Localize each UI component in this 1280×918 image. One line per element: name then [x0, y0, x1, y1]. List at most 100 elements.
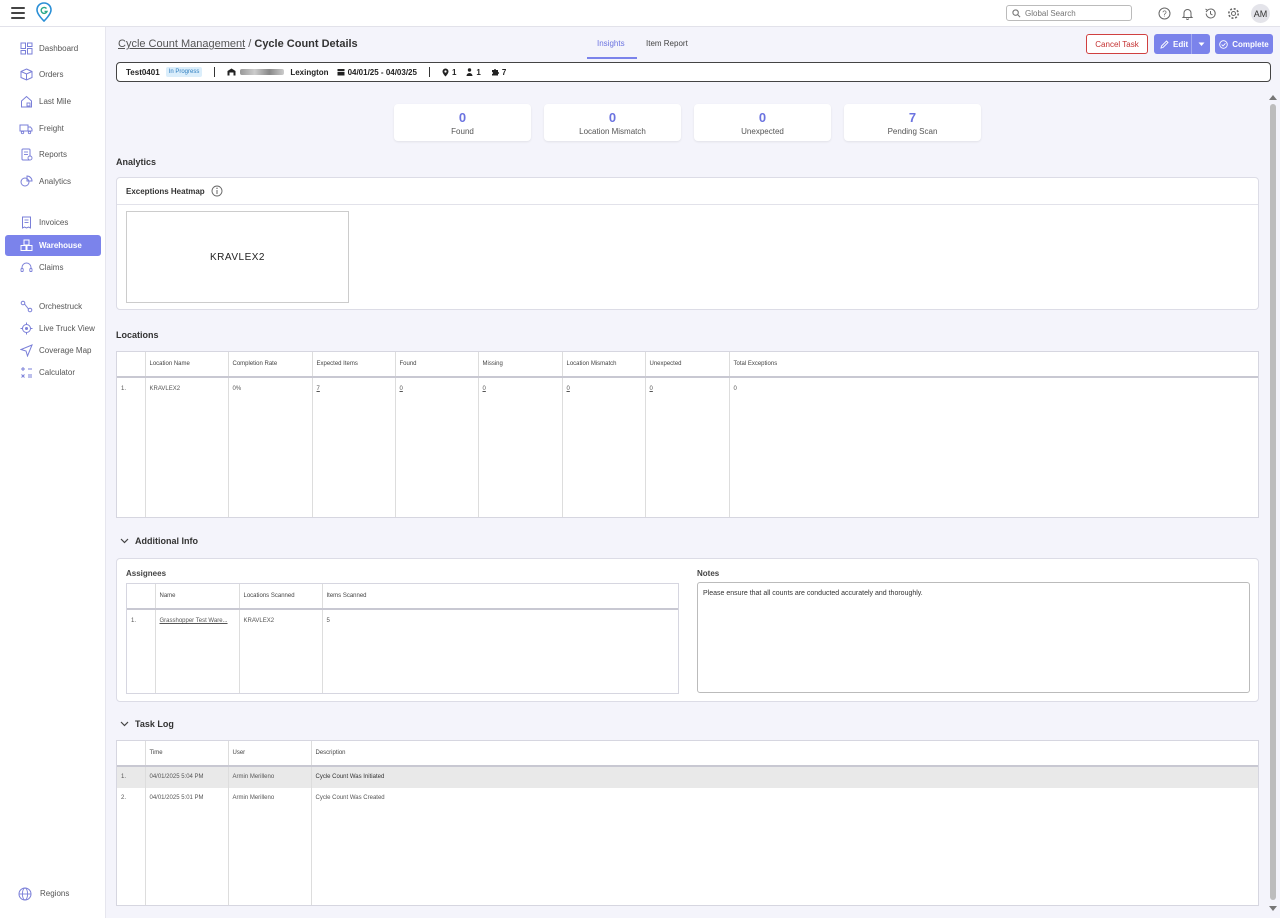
date-range: 04/01/25 - 04/03/25: [347, 67, 417, 77]
column-header[interactable]: Completion Rate: [228, 352, 313, 378]
route-icon: [19, 300, 33, 314]
heatmap-location-tile[interactable]: KRAVLEX2: [126, 211, 349, 303]
sidebar-item-warehouse[interactable]: Warehouse: [5, 235, 101, 256]
info-icon[interactable]: [211, 185, 223, 197]
edit-label: Edit: [1173, 39, 1189, 49]
table-row[interactable]: 1. Grasshopper Test Ware... KRAVLEX2 5: [127, 609, 678, 631]
unexpected-link[interactable]: 0: [645, 377, 730, 399]
notes-textarea[interactable]: Please ensure that all counts are conduc…: [697, 582, 1250, 693]
sidebar-item-label: Calculator: [39, 368, 76, 377]
column-header[interactable]: User: [228, 741, 312, 767]
sidebar-item-last-mile[interactable]: Last Mile: [5, 91, 101, 112]
app-logo-icon[interactable]: [36, 2, 52, 23]
table-filler-row: [127, 631, 678, 693]
found-link[interactable]: 0: [395, 377, 479, 399]
description-cell: Cycle Count Was Initiated: [311, 766, 1258, 788]
pencil-icon: [1160, 39, 1169, 49]
locations-scanned-cell: KRAVLEX2: [239, 609, 323, 631]
sidebar-item-calculator[interactable]: Calculator: [5, 362, 101, 383]
sidebar-item-orders[interactable]: Orders: [5, 64, 101, 85]
scroll-up-arrow-icon[interactable]: [1269, 95, 1277, 100]
help-icon[interactable]: ?: [1158, 7, 1171, 20]
table-filler-row: [117, 399, 1258, 517]
column-header[interactable]: Location Mismatch: [562, 352, 646, 378]
column-header[interactable]: Found: [395, 352, 479, 378]
home-delivery-icon: [19, 95, 33, 109]
sidebar-item-label: Live Truck View: [39, 324, 95, 333]
column-header[interactable]: Items Scanned: [322, 584, 678, 610]
edit-dropdown-button[interactable]: [1192, 34, 1210, 54]
column-header[interactable]: Locations Scanned: [239, 584, 323, 610]
search-input[interactable]: [1025, 7, 1129, 19]
location-mismatch-link[interactable]: 0: [562, 377, 646, 399]
breadcrumb-separator: /: [248, 38, 252, 50]
stat-card-location-mismatch: 0 Location Mismatch: [544, 104, 681, 141]
complete-button[interactable]: Complete: [1215, 34, 1273, 54]
main-scrollbar[interactable]: [1268, 92, 1278, 914]
sidebar-item-invoices[interactable]: Invoices: [5, 212, 101, 233]
warehouse-icon: [227, 68, 236, 76]
task-code: Test0401: [126, 67, 160, 77]
avatar[interactable]: AM: [1251, 4, 1270, 23]
report-icon: [19, 148, 33, 162]
column-header[interactable]: Time: [145, 741, 229, 767]
column-header[interactable]: Location Name: [145, 352, 229, 378]
items-scanned-cell: 5: [326, 618, 330, 624]
counts-info: 1 1 7: [442, 68, 506, 77]
column-header: [127, 584, 156, 610]
truck-icon: [19, 122, 33, 136]
svg-text:?: ?: [1162, 9, 1167, 18]
column-header[interactable]: Total Exceptions: [729, 352, 1258, 378]
assignee-name-link[interactable]: Grasshopper Test Ware...: [155, 609, 240, 631]
notes-title: Notes: [697, 569, 720, 578]
heatmap-title: Exceptions Heatmap: [126, 186, 205, 196]
sidebar-item-label: Claims: [39, 263, 64, 272]
scroll-down-arrow-icon[interactable]: [1269, 906, 1277, 911]
bell-icon[interactable]: [1181, 7, 1194, 20]
sidebar-item-label: Freight: [39, 124, 64, 133]
sidebar-item-live-truck-view[interactable]: Live Truck View: [5, 318, 101, 339]
column-header[interactable]: Missing: [478, 352, 563, 378]
divider: [214, 67, 216, 77]
sidebar-item-regions[interactable]: Regions: [5, 883, 101, 904]
tab-insights[interactable]: Insights: [597, 39, 625, 48]
global-search[interactable]: [1006, 5, 1132, 21]
scrollbar-thumb[interactable]: [1270, 104, 1276, 900]
sidebar-item-orchestruck[interactable]: Orchestruck: [5, 296, 101, 317]
task-log-toggle[interactable]: Task Log: [120, 719, 174, 729]
target-icon: [19, 322, 33, 336]
time-cell: 04/01/2025 5:01 PM: [145, 788, 229, 810]
sidebar-item-coverage-map[interactable]: Coverage Map: [5, 340, 101, 361]
sidebar-item-reports[interactable]: Reports: [5, 144, 101, 165]
stat-label: Pending Scan: [887, 127, 938, 136]
stat-value: 0: [608, 110, 617, 125]
table-row[interactable]: 2. 04/01/2025 5:01 PM Armin Merilleno Cy…: [117, 788, 1258, 810]
breadcrumb-parent-link[interactable]: Cycle Count Management: [118, 38, 245, 50]
assignees-count: 1: [476, 67, 481, 77]
sidebar-item-label: Warehouse: [39, 241, 82, 250]
additional-info-toggle[interactable]: Additional Info: [120, 536, 198, 546]
sidebar-item-dashboard[interactable]: Dashboard: [5, 38, 101, 59]
history-icon[interactable]: [1204, 7, 1217, 20]
missing-link[interactable]: 0: [478, 377, 563, 399]
status-badge: In Progress: [165, 67, 203, 77]
column-header[interactable]: Expected Items: [312, 352, 396, 378]
sidebar-item-claims[interactable]: Claims: [5, 257, 101, 278]
expected-items-link[interactable]: 7: [312, 377, 396, 399]
column-header[interactable]: Description: [311, 741, 1258, 767]
sidebar-item-freight[interactable]: Freight: [5, 118, 101, 139]
cancel-task-button[interactable]: Cancel Task: [1086, 34, 1148, 54]
total-exceptions-cell: 0: [733, 386, 737, 392]
headset-icon: [19, 261, 33, 275]
table-header-row: Location Name Completion Rate Expected I…: [117, 352, 1258, 378]
table-row[interactable]: 1. KRAVLEX2 0% 7 0 0 0 0 0: [117, 377, 1258, 399]
breadcrumb: Cycle Count Management / Cycle Count Det…: [118, 38, 358, 50]
gear-icon[interactable]: [1227, 7, 1240, 20]
column-header[interactable]: Name: [155, 584, 240, 610]
table-row[interactable]: 1. 04/01/2025 5:04 PM Armin Merilleno Cy…: [117, 766, 1258, 788]
sidebar-item-analytics[interactable]: Analytics: [5, 171, 101, 192]
edit-button[interactable]: Edit: [1154, 34, 1192, 54]
column-header[interactable]: Unexpected: [645, 352, 730, 378]
menu-icon[interactable]: [11, 7, 25, 19]
tab-item-report[interactable]: Item Report: [646, 39, 688, 48]
